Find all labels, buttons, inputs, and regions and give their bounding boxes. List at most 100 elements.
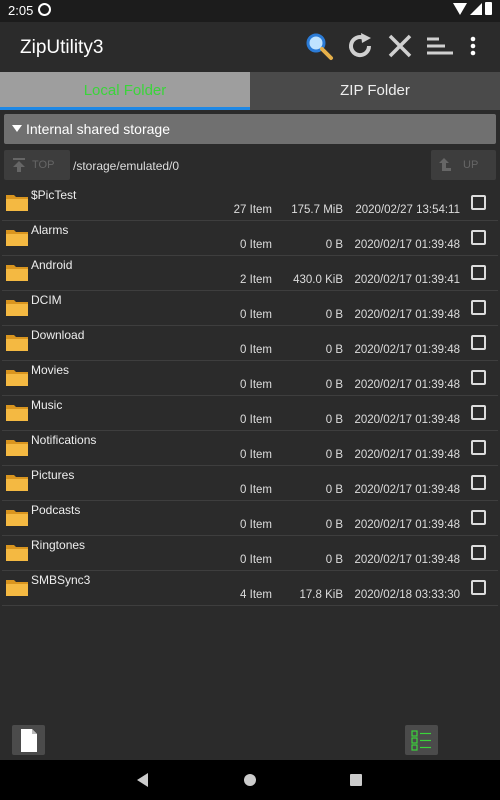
folder-icon [6,370,28,386]
select-checkbox[interactable] [471,510,486,525]
tab-zip-folder[interactable]: ZIP Folder [250,72,500,110]
select-checkbox[interactable] [471,265,486,280]
file-name: Notifications [31,433,97,447]
file-row[interactable]: Pictures 0 Item 0 B 2020/02/17 01:39:48 [2,466,498,501]
file-row[interactable]: Movies 0 Item 0 B 2020/02/17 01:39:48 [2,361,498,396]
file-row[interactable]: Podcasts 0 Item 0 B 2020/02/17 01:39:48 [2,501,498,536]
refresh-icon[interactable] [345,31,375,61]
new-file-icon [21,729,37,752]
item-count: 0 Item [240,484,272,496]
up-button[interactable]: UP [431,150,496,180]
folder-icon [6,195,28,211]
file-row[interactable]: Alarms 0 Item 0 B 2020/02/17 01:39:48 [2,221,498,256]
storage-selector[interactable]: Internal shared storage [4,114,496,144]
file-size: 0 B [325,379,343,391]
signal-icon [470,2,482,15]
file-name: Android [31,258,73,272]
item-count: 27 Item [233,204,272,216]
back-icon[interactable] [137,773,148,787]
current-path: /storage/emulated/0 [73,159,180,173]
modified-date: 2020/02/17 01:39:48 [354,414,460,426]
system-nav-bar [0,760,500,800]
top-button-label: TOP [32,159,55,171]
status-time: 2:05 [8,3,34,18]
file-name: Alarms [31,223,69,237]
file-row[interactable]: Notifications 0 Item 0 B 2020/02/17 01:39:4… [2,431,498,466]
folder-icon [6,300,28,316]
top-button[interactable]: TOP [4,150,70,180]
modified-date: 2020/02/17 01:39:48 [354,519,460,531]
item-count: 2 Item [240,274,272,286]
file-size: 0 B [325,239,343,251]
modified-date: 2020/02/17 01:39:41 [354,274,460,286]
modified-date: 2020/02/17 01:39:48 [354,309,460,321]
file-name: Pictures [31,468,75,482]
modified-date: 2020/02/17 01:39:48 [354,239,460,251]
folder-icon [6,265,28,281]
status-icons [453,2,492,15]
status-bar: 2:05 [0,0,500,22]
path-bar: TOP /storage/emulated/0 UP [0,150,500,182]
select-checkbox[interactable] [471,195,486,210]
search-icon[interactable] [304,31,334,61]
item-count: 0 Item [240,449,272,461]
item-count: 0 Item [240,554,272,566]
file-size: 0 B [325,449,343,461]
new-file-button[interactable] [12,725,45,755]
file-name: Movies [31,363,70,377]
battery-icon [485,2,492,15]
select-checkbox[interactable] [471,370,486,385]
file-size: 0 B [325,414,343,426]
storage-label: Internal shared storage [26,121,170,137]
item-count: 0 Item [240,309,272,321]
modified-date: 2020/02/17 01:39:48 [354,484,460,496]
file-row[interactable]: SMBSync3 4 Item 17.8 KiB 2020/02/18 03:33:3… [2,571,498,606]
file-size: 0 B [325,554,343,566]
folder-icon [6,335,28,351]
modified-date: 2020/02/27 13:54:11 [355,204,460,216]
arrow-up-icon [439,158,451,171]
item-count: 0 Item [240,519,272,531]
bottom-bar [0,720,500,760]
file-row[interactable]: $PicTest 27 Item 175.7 MiB 2020/02/27 13:54… [2,186,498,221]
file-row[interactable]: Download 0 Item 0 B 2020/02/17 01:39:48 [2,326,498,361]
file-row[interactable]: Music 0 Item 0 B 2020/02/17 01:39:48 [2,396,498,431]
file-row[interactable]: Android 2 Item 430.0 KiB 2020/02/17 01:39:4… [2,256,498,291]
select-checkbox[interactable] [471,405,486,420]
select-checkbox[interactable] [471,475,486,490]
app-bar: ZipUtility3 [0,22,500,72]
folder-icon [6,440,28,456]
sort-icon[interactable] [425,31,455,61]
home-icon[interactable] [244,774,256,786]
file-size: 430.0 KiB [293,274,343,286]
select-checkbox[interactable] [471,440,486,455]
modified-date: 2020/02/17 01:39:48 [354,379,460,391]
file-size: 17.8 KiB [299,589,343,601]
modified-date: 2020/02/17 01:39:48 [354,344,460,356]
arrow-top-icon [13,158,25,172]
select-checkbox[interactable] [471,300,486,315]
folder-icon [6,405,28,421]
select-all-button[interactable] [405,725,438,755]
more-vert-icon[interactable] [465,31,481,61]
select-checkbox[interactable] [471,230,486,245]
file-name: Podcasts [31,503,81,517]
folder-icon [6,545,28,561]
item-count: 0 Item [240,344,272,356]
tab-local-folder[interactable]: Local Folder [0,72,250,110]
select-checkbox[interactable] [471,335,486,350]
folder-icon [6,475,28,491]
file-row[interactable]: DCIM 0 Item 0 B 2020/02/17 01:39:48 [2,291,498,326]
folder-icon [6,580,28,596]
select-checkbox[interactable] [471,580,486,595]
file-size: 0 B [325,519,343,531]
modified-date: 2020/02/18 03:33:30 [354,589,460,601]
file-row[interactable]: Ringtones 0 Item 0 B 2020/02/17 01:39:48 [2,536,498,571]
file-size: 0 B [325,309,343,321]
recents-icon[interactable] [350,774,362,786]
select-checkbox[interactable] [471,545,486,560]
modified-date: 2020/02/17 01:39:48 [354,449,460,461]
item-count: 0 Item [240,414,272,426]
item-count: 0 Item [240,379,272,391]
close-icon[interactable] [385,31,415,61]
